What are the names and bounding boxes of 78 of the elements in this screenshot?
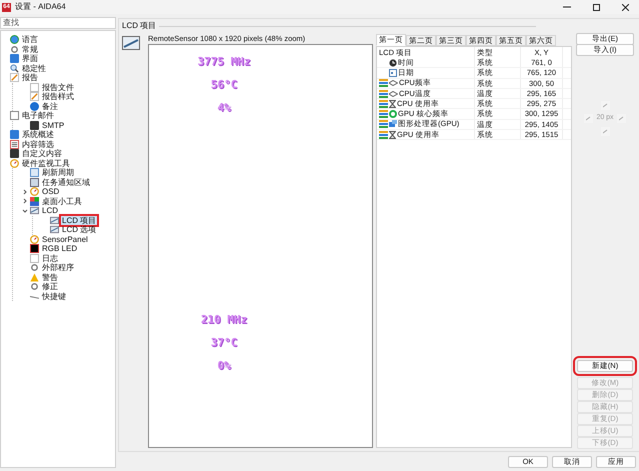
lcd-icon	[122, 36, 140, 50]
tree-item[interactable]: 报告样式	[41, 92, 75, 102]
lcd-reading: 210 MHz	[200, 312, 248, 327]
gauge-icon	[30, 234, 39, 244]
gauge-icon	[10, 158, 19, 168]
tree-item[interactable]: 快捷键	[41, 292, 67, 301]
tree-item[interactable]: 外部程序	[41, 263, 75, 272]
tree-item[interactable]: 自定义内容	[21, 149, 63, 158]
tree-item[interactable]: 稳定性	[21, 64, 47, 73]
collapse-chevron-icon[interactable]	[22, 208, 28, 214]
bars-icon	[379, 100, 388, 108]
lcd-icon	[30, 206, 39, 216]
tree-item[interactable]: 刷新周期	[41, 168, 75, 178]
widgets-icon	[30, 196, 39, 206]
page-icon	[30, 254, 39, 263]
lcd-reading: 37°C	[210, 335, 238, 350]
window-title: 设置 - AIDA64	[15, 1, 66, 13]
lcd-icon	[50, 225, 59, 234]
lcd-reading: 0%	[217, 358, 231, 373]
globe-icon	[10, 35, 19, 44]
search-field[interactable]: 查找	[0, 17, 116, 29]
tree-item[interactable]: 桌面小工具	[41, 196, 83, 206]
lcd-reading: 56°C	[210, 77, 238, 92]
tree-item[interactable]: SMTP	[41, 120, 66, 130]
calendar-icon	[389, 68, 397, 77]
tree-item[interactable]: 报告	[21, 73, 39, 82]
tree-item[interactable]: 日志	[41, 254, 59, 263]
device-icon	[10, 149, 19, 158]
info-icon	[30, 102, 39, 111]
panel-title: LCD 项目	[122, 20, 156, 32]
tree-item[interactable]: 界面	[21, 54, 39, 64]
hourglass-icon	[389, 130, 396, 139]
tree-item[interactable]: 修正	[41, 282, 59, 292]
device-icon	[30, 120, 39, 130]
tree-item[interactable]: LCD	[41, 206, 60, 216]
tree-item[interactable]: 硬件监视工具	[21, 158, 71, 168]
ring-icon	[389, 110, 397, 118]
clock-icon	[389, 58, 397, 67]
tree-item[interactable]: OSD	[41, 187, 60, 196]
lcd-reading: 3775 MHz	[198, 54, 250, 69]
tree-item[interactable]: 常规	[21, 44, 39, 54]
lcd-reading: 4%	[217, 100, 231, 115]
chip-icon	[389, 120, 397, 128]
bars-icon	[379, 110, 388, 118]
lcd-icon	[50, 216, 59, 225]
tree-item[interactable]: 系统概述	[21, 130, 55, 140]
folder-icon	[10, 54, 19, 64]
bars-icon	[379, 130, 388, 139]
tree-item[interactable]: LCD 选项	[61, 225, 98, 234]
tree-item[interactable]: 电子邮件	[21, 111, 55, 120]
tree-item[interactable]: 报告文件	[41, 82, 75, 92]
gauge-icon	[30, 187, 39, 196]
tree-item[interactable]: 任务通知区域	[41, 178, 91, 187]
expand-chevron-icon[interactable]	[22, 198, 28, 204]
refresh-icon	[30, 168, 39, 178]
tree-item[interactable]: 警告	[41, 272, 59, 282]
pencil-icon	[30, 92, 39, 102]
hourglass-icon	[389, 100, 396, 108]
tree-item[interactable]: 内容筛选	[21, 140, 55, 149]
close-icon[interactable]	[622, 4, 629, 10]
tree-item[interactable]: LCD 项目	[61, 216, 98, 225]
list-icon	[10, 140, 19, 149]
tree-item[interactable]: 备注	[41, 102, 59, 111]
envelope-icon	[10, 111, 19, 120]
tree-item[interactable]: 语言	[21, 35, 39, 44]
page-icon	[30, 82, 39, 92]
maximize-icon[interactable]	[593, 4, 600, 10]
magnifier-icon	[10, 64, 19, 73]
expand-chevron-icon[interactable]	[22, 188, 28, 195]
monitor-icon	[30, 178, 39, 187]
tree-item[interactable]: SensorPanel	[41, 234, 89, 244]
tree-item[interactable]: RGB LED	[41, 244, 78, 254]
bars-icon	[379, 79, 388, 88]
warning-icon	[30, 272, 39, 282]
folder-icon	[10, 130, 19, 140]
bars-icon	[379, 90, 388, 98]
bars-icon	[379, 120, 388, 128]
rgb-icon	[30, 244, 39, 254]
